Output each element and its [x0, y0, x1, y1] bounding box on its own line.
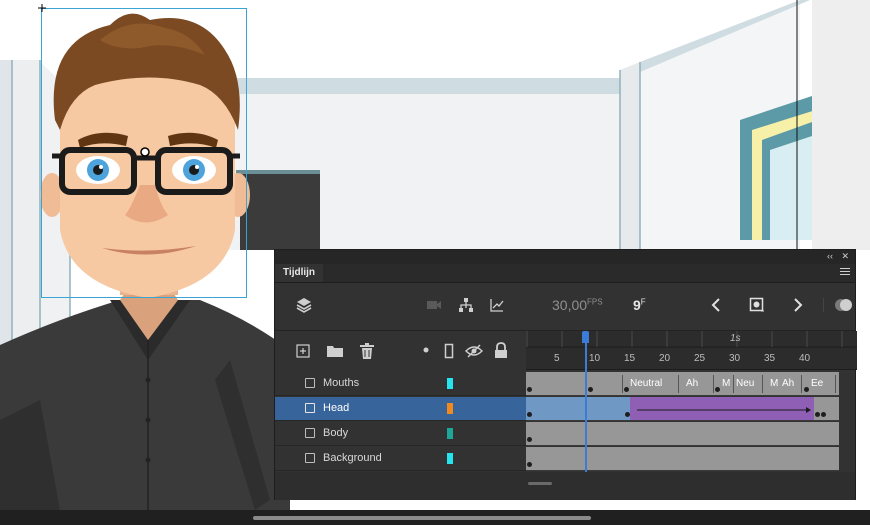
tween-arrow [637, 407, 811, 413]
frame-label: M [722, 378, 731, 389]
frame-divider [622, 375, 623, 393]
ruler-tick: 25 [694, 353, 706, 364]
graph-icon[interactable] [489, 297, 505, 313]
fps-unit: FPS [587, 297, 603, 307]
ruler-tick: 5 [554, 353, 560, 364]
tab-timeline[interactable]: Tijdlijn [275, 264, 324, 282]
layer-row-mouths[interactable]: Mouths [275, 372, 526, 396]
layer-name: Body [323, 427, 349, 439]
track-background[interactable] [526, 447, 839, 471]
layer-color-swatch[interactable] [447, 378, 453, 389]
frame-divider [835, 375, 836, 393]
frame-divider [733, 375, 734, 393]
layer-row-head[interactable]: Head [275, 397, 526, 421]
insert-keyframe-icon[interactable] [749, 297, 765, 313]
layer-name: Head [323, 402, 350, 414]
keyframe[interactable] [588, 387, 593, 392]
timeline-footer [275, 472, 855, 500]
frame-label: Ee [811, 378, 824, 389]
panel-tab-bar: Tijdlijn [275, 264, 855, 283]
keyframe[interactable] [821, 412, 826, 417]
visibility-icon[interactable] [465, 343, 483, 359]
close-icon[interactable]: ✕ [841, 251, 849, 262]
horizontal-scrollbar[interactable] [528, 482, 552, 485]
stage-scrollbar[interactable] [253, 516, 591, 520]
keyframe[interactable] [815, 412, 820, 417]
layer-row-background[interactable]: Background [275, 447, 526, 471]
panel-menu-icon[interactable] [840, 268, 850, 277]
keyframe[interactable] [625, 412, 630, 417]
layer-name: Background [323, 452, 382, 464]
frame-label: Ah [782, 378, 795, 389]
chevron-right-icon[interactable] [792, 298, 804, 312]
layer-name: Mouths [323, 377, 360, 389]
new-layer-icon[interactable] [296, 344, 310, 358]
track-mouths[interactable]: Neutral Ah M Neu M Ah Ee [526, 372, 839, 396]
keyframe[interactable] [715, 387, 720, 392]
ruler-tick: 35 [764, 353, 776, 364]
frame-label: M [770, 378, 779, 389]
frame-value: 9 [633, 297, 641, 313]
frame-unit: F [640, 297, 646, 307]
layer-color-swatch[interactable] [447, 453, 453, 464]
ruler-tick: 40 [799, 353, 811, 364]
bottom-bar [0, 510, 870, 525]
ruler-tick: 15 [624, 353, 636, 364]
panel-title-strip: ‹‹ ✕ [275, 250, 855, 264]
frame-label: Neutral [630, 378, 663, 389]
layers-icon[interactable] [295, 296, 313, 314]
ruler-tick: 30 [729, 353, 741, 364]
layer-tools-row [275, 331, 526, 369]
keyframe[interactable] [527, 387, 532, 392]
lock-icon[interactable] [494, 342, 508, 359]
layer-icon [305, 378, 315, 388]
timeline-controls: 30,00FPS 9F [275, 282, 855, 331]
fps-value: 30,00 [552, 297, 588, 313]
hierarchy-icon[interactable] [458, 297, 474, 313]
outline-icon[interactable] [444, 343, 454, 359]
keyframe[interactable] [527, 462, 532, 467]
fps-readout[interactable]: 30,00FPS [552, 297, 603, 313]
ruler-tick: 20 [659, 353, 671, 364]
frame-label: Ah [686, 378, 699, 389]
current-frame-readout[interactable]: 9F [633, 297, 646, 313]
layer-color-swatch[interactable] [447, 403, 453, 414]
track-body[interactable] [526, 422, 839, 446]
folder-icon[interactable] [326, 344, 344, 358]
frame-divider [762, 375, 763, 393]
chevron-left-icon[interactable] [710, 298, 722, 312]
frame-ruler[interactable]: 1s 5 10 15 20 25 30 35 40 [526, 331, 857, 370]
keyframe[interactable] [624, 387, 629, 392]
frame-divider [801, 375, 802, 393]
second-marker: 1s [730, 333, 741, 344]
frame-divider [713, 375, 714, 393]
playhead[interactable] [585, 331, 587, 476]
layer-row-body[interactable]: Body [275, 422, 526, 446]
dot-icon[interactable] [423, 347, 429, 353]
layer-icon [305, 428, 315, 438]
collapse-icon[interactable]: ‹‹ [827, 251, 833, 261]
layer-icon [305, 403, 315, 413]
track-head[interactable] [526, 397, 839, 421]
keyframe[interactable] [527, 437, 532, 442]
layer-icon [305, 453, 315, 463]
onion-skin-icon[interactable] [823, 296, 857, 314]
keyframe[interactable] [804, 387, 809, 392]
ruler-tick: 10 [589, 353, 601, 364]
trash-icon[interactable] [359, 342, 375, 360]
frame-label: Neu [736, 378, 755, 389]
frame-divider [678, 375, 679, 393]
layer-color-swatch[interactable] [447, 428, 453, 439]
timeline-panel: ‹‹ ✕ Tijdlijn 30,00FPS 9F 1s 5 10 15 20 … [274, 249, 857, 500]
keyframe[interactable] [527, 412, 532, 417]
camera-icon[interactable] [426, 298, 442, 312]
